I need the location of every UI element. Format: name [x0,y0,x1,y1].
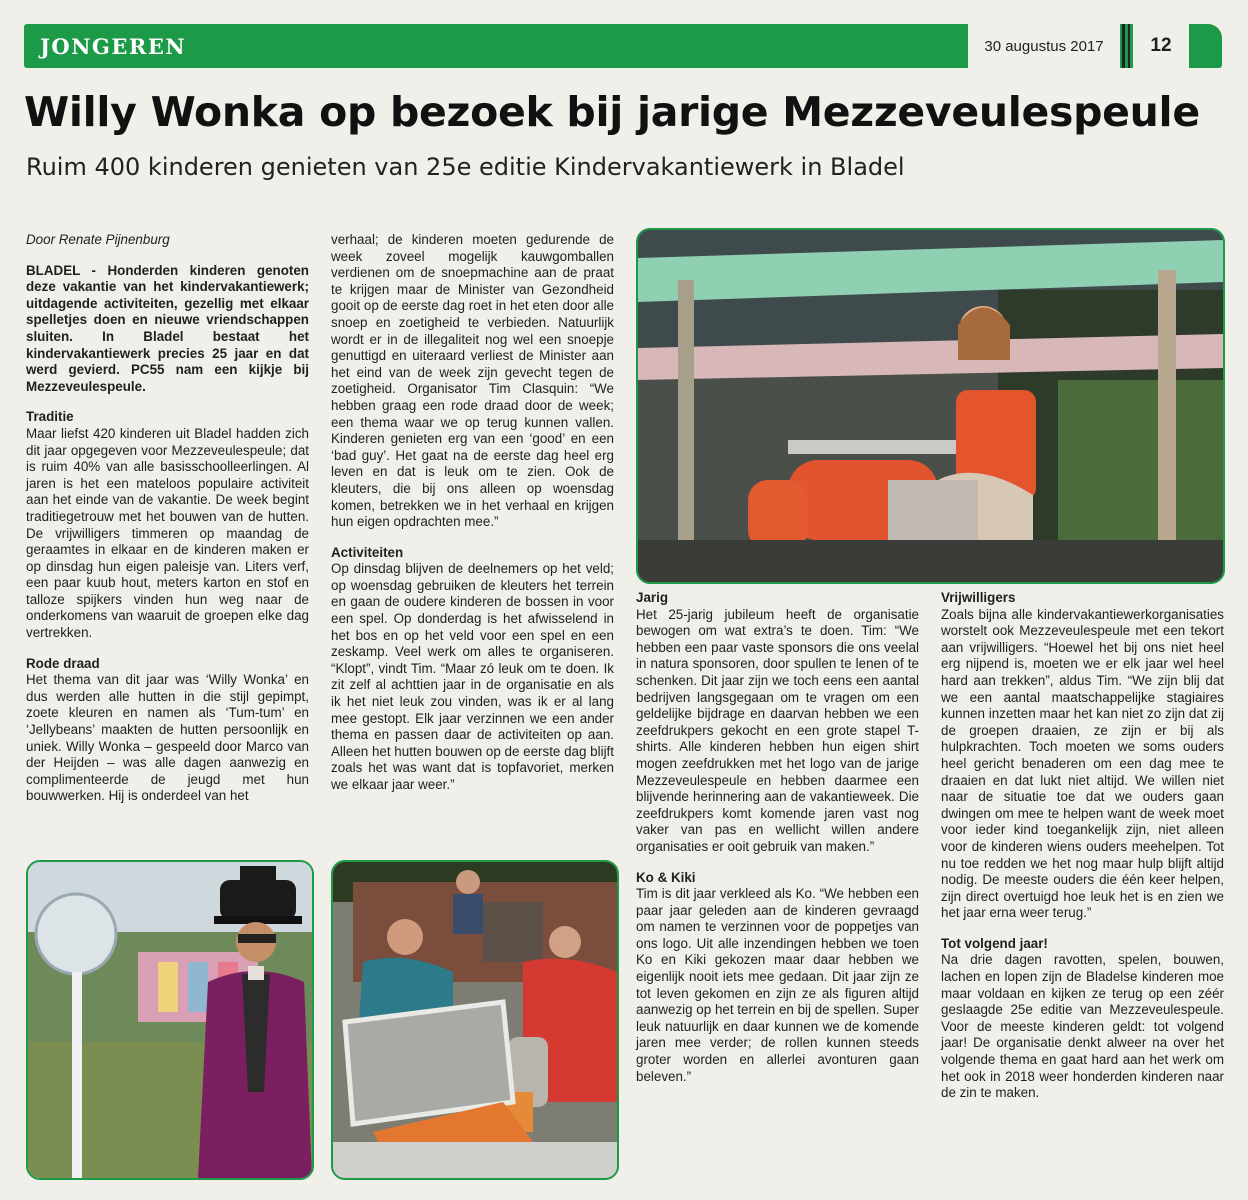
page-number: 12 [1133,24,1189,68]
lead-paragraph: BLADEL - Honderden kinderen genoten deze… [26,262,309,394]
section-label: JONGEREN [40,34,187,59]
issue-date: 30 augustus 2017 [968,24,1120,68]
article-column-1: Door Renate Pijnenburg BLADEL - Honderde… [26,232,309,805]
body-paragraph: Na drie dagen ravotten, spelen, bouwen, … [941,952,1224,1101]
body-paragraph: Het 25-jarig jubileum heeft de organisat… [636,606,919,854]
section-heading: Tot volgend jaar! [941,935,1048,951]
header-divider [1128,24,1130,68]
hut-photo-illustration [638,230,1223,582]
body-paragraph: Zoals bijna alle kindervakantiewerkorgan… [941,606,1224,921]
article-column-2: verhaal; de kinderen moeten gedurende de… [331,232,614,794]
section-heading: Activiteiten [331,544,404,560]
section-heading: Traditie [26,409,74,425]
body-paragraph: verhaal; de kinderen moeten gedurende de… [331,232,614,530]
photo-screen-printing [331,860,619,1180]
body-paragraph: Tim is dit jaar verkleed als Ko. “We heb… [636,886,919,1084]
photo-hut-girl [636,228,1225,584]
headline: Willy Wonka op bezoek bij jarige Mezzeve… [24,88,1200,136]
subheadline: Ruim 400 kinderen genieten van 25e editi… [26,153,905,181]
photo-willy-wonka [26,860,314,1180]
body-paragraph: Maar liefst 420 kinderen uit Bladel hadd… [26,425,309,641]
section-heading: Rode draad [26,655,100,671]
section-heading: Ko & Kiki [636,869,696,885]
section-heading: Jarig [636,590,669,605]
willy-wonka-photo-illustration [28,862,312,1178]
section-heading: Vrijwilligers [941,590,1016,605]
byline: Door Renate Pijnenburg [26,232,170,247]
header-divider [1122,24,1125,68]
body-paragraph: Het thema van dit jaar was ‘Willy Wonka’… [26,672,309,804]
screen-printing-photo-illustration [333,862,617,1178]
article-column-4: Vrijwilligers Zoals bijna alle kindervak… [941,590,1224,1102]
article-column-3: Jarig Het 25-jarig jubileum heeft de org… [636,590,919,1085]
body-paragraph: Op dinsdag blijven de deelnemers op het … [331,561,614,792]
